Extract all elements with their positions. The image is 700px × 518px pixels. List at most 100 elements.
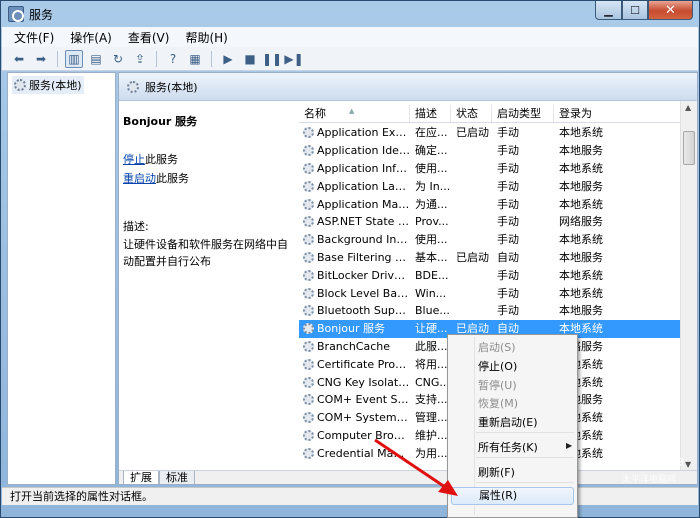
menu-item-all-tasks[interactable]: 所有任务(K) (478, 439, 538, 455)
title-bar[interactable]: 服务 ▁ ☐ ✕ (1, 1, 699, 27)
back-icon[interactable]: ⬅ (10, 50, 28, 68)
restart-service-link[interactable]: 重启动 (123, 172, 156, 185)
table-row[interactable]: Bluetooth Supp... Blue... 手动 本地服务 (299, 302, 685, 320)
cell-name: ASP.NET State S... (299, 213, 410, 230)
refresh-icon[interactable]: ↻ (109, 50, 127, 68)
export-list-icon[interactable]: ▤ (87, 50, 105, 68)
service-gear-icon (303, 216, 314, 228)
service-name: Computer Brow... (317, 428, 410, 442)
list-header: ▲ 名称 描述 状态 启动类型 登录为 (299, 105, 697, 123)
properties-icon[interactable]: ▦ (186, 50, 204, 68)
tree-item-services-local[interactable]: 服务(本地) (12, 76, 84, 94)
sort-ascending-icon: ▲ (349, 107, 355, 115)
menu-item-refresh[interactable]: 刷新(F) (478, 464, 515, 480)
menu-file[interactable]: 文件(F) (14, 29, 54, 46)
stop-icon[interactable]: ■ (241, 50, 259, 68)
scroll-thumb[interactable] (683, 131, 695, 165)
vertical-scrollbar[interactable]: ▲ ▼ (680, 101, 697, 471)
panel-title: 服务(本地) (145, 80, 198, 94)
tab-standard[interactable]: 标准 (159, 471, 195, 484)
menu-action[interactable]: 操作(A) (70, 29, 112, 46)
tab-extended[interactable]: 扩展 (123, 471, 159, 484)
menu-item-resume[interactable]: 恢复(M) (478, 395, 518, 411)
service-name: Bonjour 服务 (317, 322, 386, 336)
scroll-up-icon[interactable]: ▲ (685, 103, 691, 112)
minimize-button[interactable]: ▁ (595, 1, 622, 20)
service-name: BranchCache (317, 339, 391, 353)
cell-log-on-as: 本地系统 (559, 161, 603, 175)
restart-icon[interactable]: ▶❚ (284, 50, 303, 68)
table-row[interactable]: Application Man... 为通... 手动 本地系统 (299, 195, 685, 213)
stop-service-link[interactable]: 停止 (123, 153, 145, 166)
cell-description: 让硬... (415, 322, 448, 336)
service-gear-icon (303, 447, 314, 459)
cell-name: Bonjour 服务 (299, 320, 410, 337)
table-row[interactable]: Application Expe... 在应... 已启动 手动 本地系统 (299, 124, 685, 142)
cell-log-on-as: 本地服务 (559, 250, 603, 264)
cell-description: BDE... (415, 268, 449, 282)
cell-startup-type: 手动 (497, 144, 519, 158)
cell-log-on-as: 本地系统 (559, 233, 603, 247)
service-gear-icon (303, 162, 314, 174)
service-gear-icon (303, 180, 314, 192)
column-header-log-on-as[interactable]: 登录为 (554, 105, 679, 122)
service-name: Base Filtering En... (317, 250, 410, 264)
service-name: Application Laye... (317, 179, 410, 193)
menu-item-start[interactable]: 启动(S) (478, 339, 516, 355)
menu-item-pause[interactable]: 暂停(U) (478, 377, 517, 393)
cell-log-on-as: 本地系统 (559, 126, 603, 140)
scroll-down-icon[interactable]: ▼ (685, 460, 691, 469)
cell-name: Application Infor... (299, 160, 410, 177)
panel-header: 服务(本地) (119, 73, 697, 101)
pause-icon[interactable]: ❚❚ (262, 50, 282, 68)
cell-name: BranchCache (299, 338, 410, 355)
cell-description: 在应... (415, 126, 448, 140)
watermark-brand: PConline (610, 452, 685, 470)
minimize-icon: ▁ (604, 3, 613, 17)
service-name: Application Expe... (317, 126, 410, 140)
selected-service-name: Bonjour 服务 (123, 115, 198, 128)
menu-item-restart[interactable]: 重新启动(E) (478, 414, 538, 430)
table-row[interactable]: Base Filtering En... 基本... 已启动 自动 本地服务 (299, 249, 685, 267)
table-row[interactable]: Application Iden... 确定... 手动 本地服务 (299, 142, 685, 160)
window-title: 服务 (29, 8, 54, 22)
cell-description: 管理... (415, 411, 448, 425)
menu-item-stop[interactable]: 停止(O) (478, 358, 517, 374)
table-row[interactable]: ASP.NET State S... Prov... 手动 网络服务 (299, 213, 685, 231)
menu-item-properties[interactable]: 属性(R) (451, 487, 574, 505)
menu-view[interactable]: 查看(V) (128, 29, 170, 46)
table-row[interactable]: Background Inte... 使用... 手动 本地系统 (299, 231, 685, 249)
service-name: Bluetooth Supp... (317, 304, 410, 318)
play-icon[interactable]: ▶ (219, 50, 237, 68)
cell-description: 使用... (415, 233, 448, 247)
cell-description: 基本... (415, 250, 448, 264)
table-row[interactable]: Application Infor... 使用... 手动 本地系统 (299, 160, 685, 178)
submenu-arrow-icon: ▶ (566, 441, 573, 450)
cell-description: 为通... (415, 197, 448, 211)
cell-description: Win... (415, 286, 447, 300)
column-header-name[interactable]: 名称 (299, 105, 410, 122)
forward-icon[interactable]: ➡ (32, 50, 50, 68)
service-gear-icon (303, 305, 314, 317)
watermark-sub: 太平洋电脑网 (622, 475, 677, 485)
restart-action: 重启动此服务 (123, 170, 295, 186)
help-icon[interactable]: ? (164, 50, 182, 68)
menu-help[interactable]: 帮助(H) (185, 29, 227, 46)
column-header-startup-type[interactable]: 启动类型 (492, 105, 554, 122)
cell-log-on-as: 本地服务 (559, 144, 603, 158)
column-header-status[interactable]: 状态 (451, 105, 492, 122)
table-row[interactable]: Block Level Back... Win... 手动 本地系统 (299, 284, 685, 302)
cell-log-on-as: 本地系统 (559, 197, 603, 211)
column-header-description[interactable]: 描述 (410, 105, 451, 122)
cell-name: Base Filtering En... (299, 249, 410, 266)
cell-description: 使用... (415, 161, 448, 175)
close-button[interactable]: ✕ (648, 1, 693, 20)
export-icon[interactable]: ⇪ (131, 50, 149, 68)
table-row[interactable]: Application Laye... 为 In... 手动 本地服务 (299, 177, 685, 195)
table-row[interactable]: BitLocker Drive ... BDE... 手动 本地系统 (299, 266, 685, 284)
cell-name: COM+ Event Sys... (299, 391, 410, 408)
maximize-button[interactable]: ☐ (622, 1, 648, 20)
cell-name: Application Man... (299, 196, 410, 213)
service-name: Application Man... (317, 197, 410, 211)
show-hide-tree-icon[interactable]: ▥ (65, 49, 83, 68)
